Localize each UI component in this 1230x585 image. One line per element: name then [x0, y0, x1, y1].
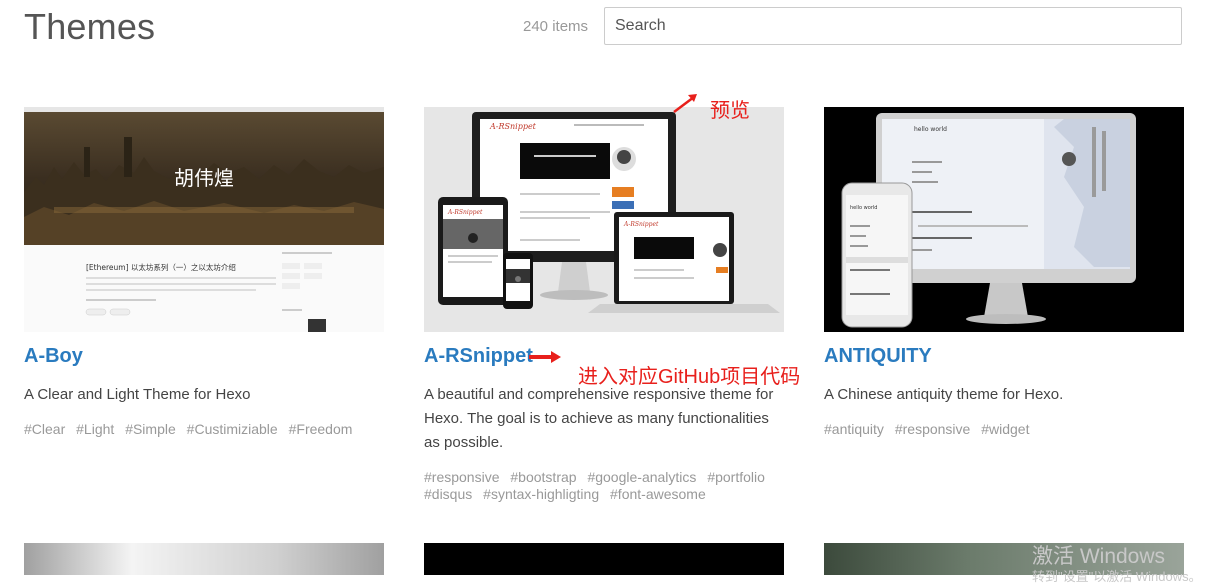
theme-title-link[interactable]: A-Boy	[24, 345, 83, 368]
theme-thumbnail[interactable]: 胡伟煌 [Ethereum] 以太坊系列（一）之以太坊介绍	[24, 107, 384, 332]
tag-link[interactable]: #Clear	[24, 421, 65, 437]
annotation-github-label: 进入对应GitHub项目代码	[578, 366, 801, 388]
a-rsnippet-preview-image: A-RSnippet A-RSnippet A-RSnippet	[424, 107, 784, 332]
theme-card-a-boy: 胡伟煌 [Ethereum] 以太坊系列（一）之以太坊介绍 A-Boy A Cl…	[24, 107, 384, 447]
tag-link[interactable]: #disqus	[424, 486, 472, 502]
tag-link[interactable]: #font-awesome	[610, 486, 706, 502]
theme-card-antiquity: hello world hello world ANTIQUITY A Chin…	[824, 107, 1184, 447]
annotation-arrow-preview	[673, 94, 697, 113]
preview-hero-text: 胡伟煌	[174, 166, 234, 190]
preview-post-title: [Ethereum] 以太坊系列（一）之以太坊介绍	[86, 262, 236, 272]
annotation-arrow-github	[529, 351, 561, 363]
tag-link[interactable]: #antiquity	[824, 421, 884, 437]
tag-link[interactable]: #portfolio	[707, 469, 765, 485]
tag-link[interactable]: #Custimiziable	[187, 421, 278, 437]
a-boy-preview-image: 胡伟煌 [Ethereum] 以太坊系列（一）之以太坊介绍	[24, 107, 384, 332]
tag-link[interactable]: #responsive	[424, 469, 500, 485]
theme-description: A Chinese antiquity theme for Hexo.	[824, 386, 1064, 403]
theme-thumbnail-row2-1[interactable]	[24, 543, 384, 575]
preview-logo-text: A-RSnippet	[489, 122, 537, 131]
theme-tags: #antiquity #responsive #widget	[824, 421, 1184, 438]
svg-text:hello world: hello world	[850, 205, 877, 211]
theme-thumbnail-row2-2[interactable]	[424, 543, 784, 575]
tag-link[interactable]: #responsive	[895, 421, 971, 437]
search-input[interactable]	[604, 7, 1182, 45]
preview-text: hello world	[914, 126, 947, 133]
tag-link[interactable]: #Freedom	[289, 421, 353, 437]
svg-text:A-RSnippet: A-RSnippet	[623, 221, 659, 228]
theme-tags: #responsive #bootstrap #google-analytics…	[424, 469, 784, 503]
tag-link[interactable]: #Light	[76, 421, 114, 437]
tag-link[interactable]: #syntax-highligting	[483, 486, 599, 502]
svg-text:A-RSnippet: A-RSnippet	[447, 209, 483, 216]
annotation-preview-label: 预览	[710, 100, 750, 122]
tag-link[interactable]: #widget	[981, 421, 1029, 437]
theme-thumbnail[interactable]: hello world hello world	[824, 107, 1184, 332]
tag-link[interactable]: #Simple	[125, 421, 176, 437]
theme-title-link[interactable]: ANTIQUITY	[824, 345, 932, 368]
theme-description: A Clear and Light Theme for Hexo	[24, 386, 251, 403]
page-title: Themes	[24, 6, 156, 47]
theme-tags: #Clear #Light #Simple #Custimiziable #Fr…	[24, 421, 384, 438]
tag-link[interactable]: #bootstrap	[510, 469, 576, 485]
theme-thumbnail[interactable]: A-RSnippet A-RSnippet A-RSnippet	[424, 107, 784, 332]
tag-link[interactable]: #google-analytics	[587, 469, 696, 485]
theme-card-a-rsnippet: A-RSnippet A-RSnippet A-RSnippet A-RSnip…	[424, 107, 784, 507]
windows-activation-subtext: 转到"设置"以激活 Windows。	[1032, 569, 1202, 584]
theme-description: A beautiful and comprehensive responsive…	[424, 386, 774, 451]
theme-title-link[interactable]: A-RSnippet	[424, 345, 533, 368]
item-count: 240 items	[523, 18, 589, 35]
antiquity-preview-image: hello world hello world	[824, 107, 1184, 332]
